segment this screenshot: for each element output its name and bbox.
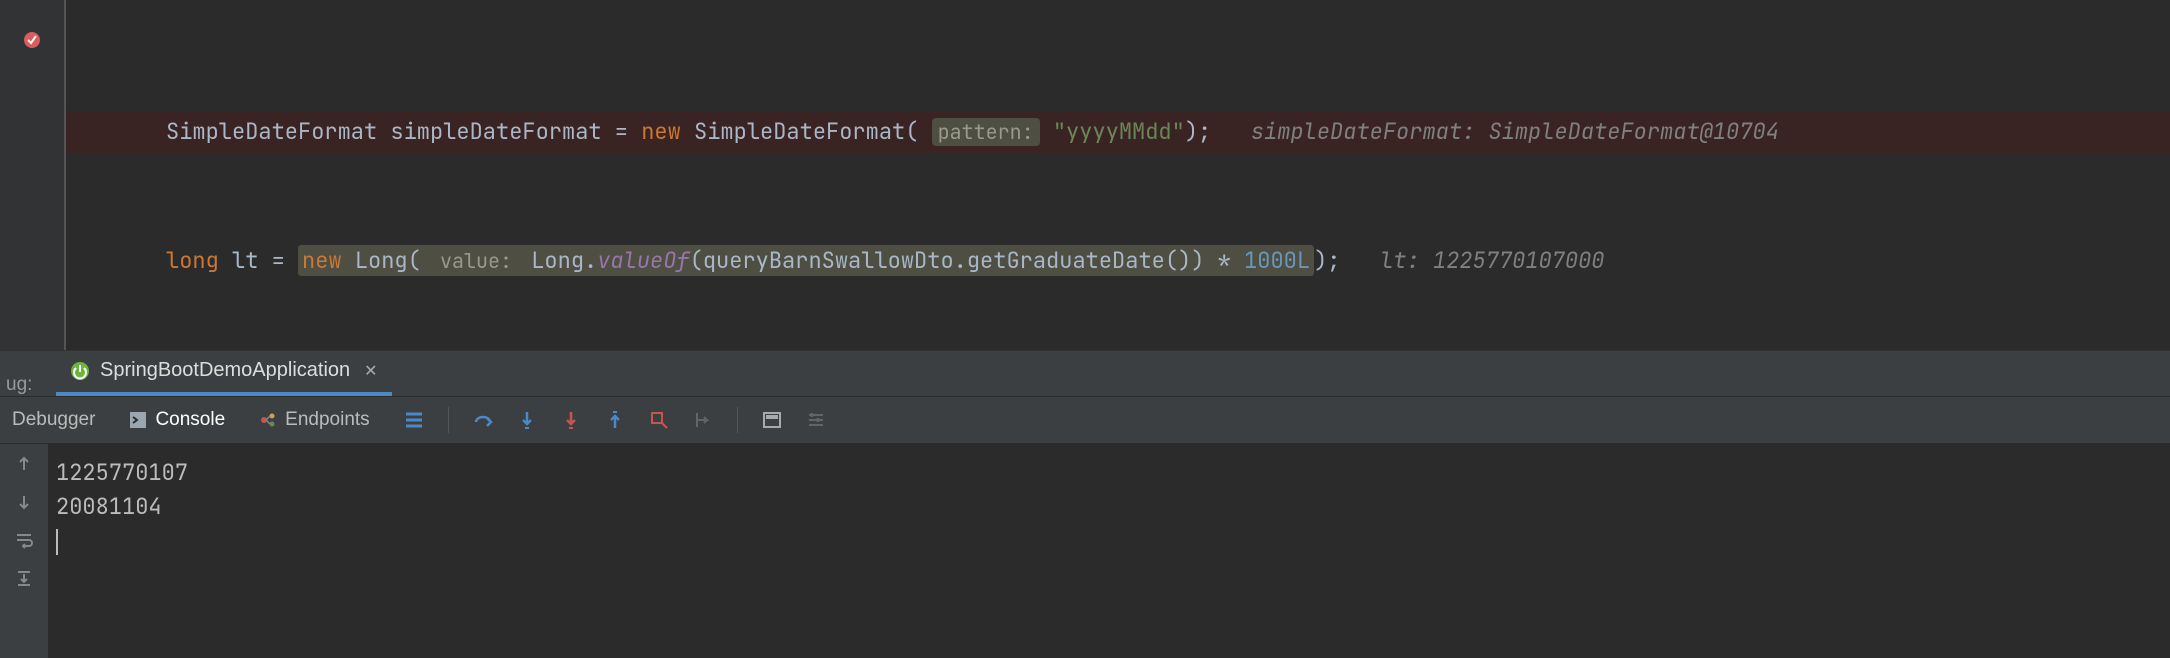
- drop-frame-icon[interactable]: [649, 410, 669, 430]
- step-over-icon[interactable]: [473, 410, 493, 430]
- param-hint: pattern:: [932, 118, 1040, 146]
- console-output[interactable]: 1225770107 20081104: [48, 444, 2170, 658]
- run-config-name: SpringBootDemoApplication: [100, 359, 350, 382]
- console-icon: [129, 411, 147, 429]
- tab-console[interactable]: Console: [129, 409, 225, 431]
- breakpoint-disabled-icon[interactable]: [22, 30, 42, 50]
- scroll-to-end-icon[interactable]: [14, 568, 34, 588]
- editor-gutter: [0, 0, 64, 350]
- debug-toolwindow-tabbar: ug: SpringBootDemoApplication ✕: [0, 350, 2170, 396]
- debug-toolbar: Debugger Console Endpoints: [0, 396, 2170, 444]
- editor-row: SimpleDateFormat simpleDateFormat = new …: [0, 0, 2170, 350]
- code-line[interactable]: long lt = new Long( value: Long.valueOf(…: [66, 240, 2170, 282]
- console-line: 20081104: [56, 490, 2162, 524]
- soft-wrap-icon[interactable]: [14, 530, 34, 550]
- threads-icon[interactable]: [404, 410, 424, 430]
- tab-debugger[interactable]: Debugger: [12, 409, 95, 431]
- code-line[interactable]: SimpleDateFormat simpleDateFormat = new …: [66, 111, 2170, 153]
- up-arrow-icon[interactable]: [14, 454, 34, 474]
- evaluate-expression-icon[interactable]: [762, 410, 782, 430]
- step-out-icon[interactable]: [605, 410, 625, 430]
- console-cursor-line: [56, 524, 2162, 558]
- step-into-icon[interactable]: [517, 410, 537, 430]
- trace-current-stream-chain-icon[interactable]: [806, 410, 826, 430]
- inline-debug-value: simpleDateFormat: SimpleDateFormat@10704: [1251, 117, 1779, 146]
- code-editor[interactable]: SimpleDateFormat simpleDateFormat = new …: [64, 0, 2170, 350]
- param-hint: value:: [434, 247, 518, 275]
- spring-boot-icon: [70, 361, 90, 381]
- endpoints-icon: [259, 411, 277, 429]
- force-step-into-icon[interactable]: [561, 410, 581, 430]
- inline-debug-value: lt: 1225770107000: [1380, 246, 1604, 275]
- toolwindow-label: ug:: [6, 374, 32, 396]
- tab-endpoints[interactable]: Endpoints: [259, 409, 370, 431]
- separator: [448, 407, 449, 433]
- separator: [737, 407, 738, 433]
- console-side-gutter: [0, 444, 48, 658]
- close-icon[interactable]: ✕: [364, 361, 377, 381]
- run-to-cursor-icon[interactable]: [693, 410, 713, 430]
- down-arrow-icon[interactable]: [14, 492, 34, 512]
- run-config-tab[interactable]: SpringBootDemoApplication ✕: [56, 351, 392, 396]
- console-line: 1225770107: [56, 456, 2162, 490]
